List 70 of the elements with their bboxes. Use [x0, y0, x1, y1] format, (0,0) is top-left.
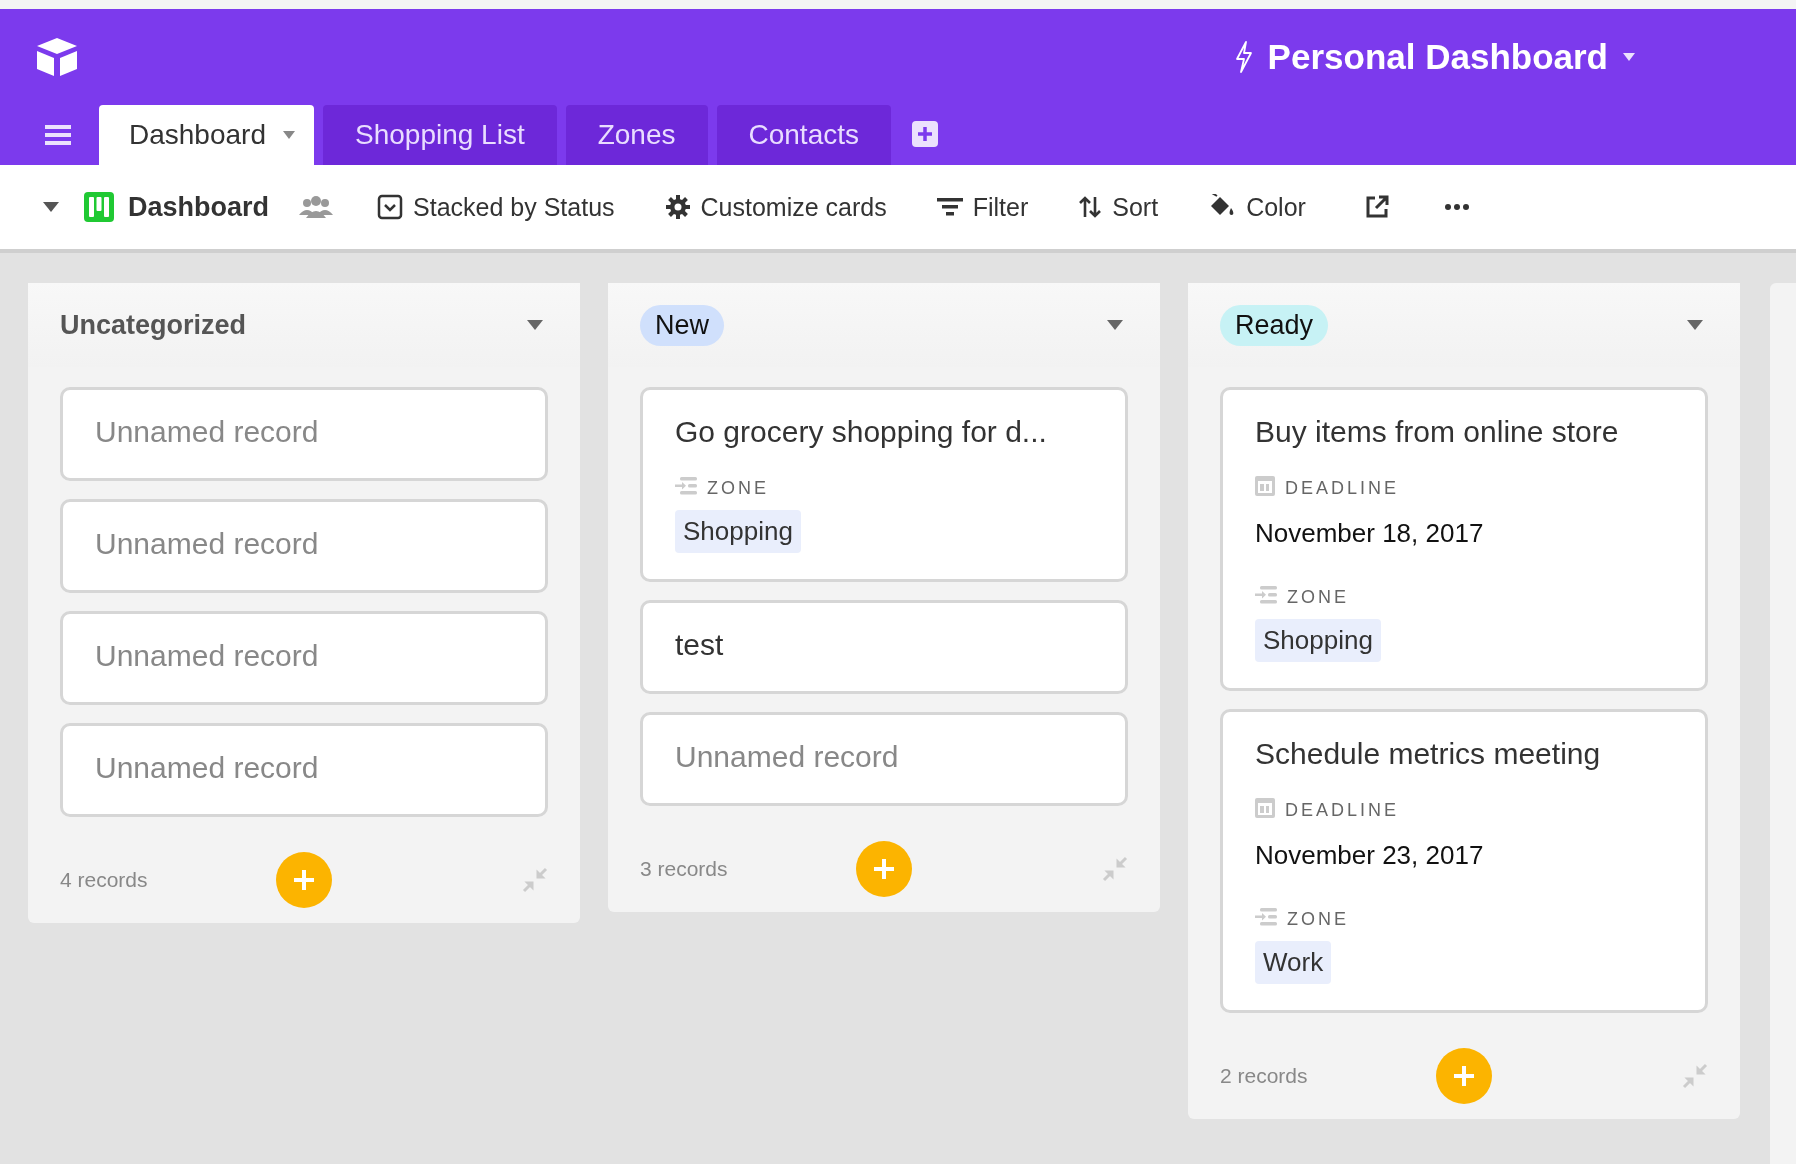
record-count: 4 records: [60, 868, 148, 892]
kanban-icon: [84, 192, 114, 222]
list-lines-icon: [1255, 907, 1277, 927]
sort-arrows-icon: [1078, 195, 1103, 219]
checkbox-caret-icon: [377, 194, 404, 220]
zone-tag: Shopping: [1255, 619, 1381, 662]
card-title: Schedule metrics meeting: [1255, 736, 1602, 772]
record-count: 2 records: [1220, 1064, 1308, 1088]
status-tag: Ready: [1220, 304, 1329, 346]
view-tab[interactable]: Zones: [565, 105, 708, 165]
zone-tag: Work: [1255, 941, 1332, 984]
card-title: Buy items from online store: [1255, 414, 1620, 450]
record-card[interactable]: test: [640, 600, 1128, 694]
caret-icon[interactable]: [526, 319, 544, 331]
card-title: test: [675, 627, 725, 663]
card-title: Unnamed record: [95, 638, 320, 674]
date-value: November 18, 2017: [1255, 518, 1485, 549]
record-card[interactable]: Go grocery shopping for d... ZONE Shopping: [640, 387, 1128, 582]
stack-button[interactable]: Stacked by Status: [377, 188, 615, 226]
record-card[interactable]: Unnamed record: [60, 387, 548, 481]
record-card[interactable]: Unnamed record: [60, 611, 548, 705]
caret-icon[interactable]: [1106, 319, 1124, 331]
caret-icon[interactable]: [1622, 52, 1636, 62]
field-label: ZONE: [707, 477, 769, 499]
view-name[interactable]: Dashboard: [128, 191, 270, 223]
view-tab[interactable]: Contacts: [716, 105, 891, 165]
list-lines-icon: [675, 476, 697, 496]
view-tab[interactable]: Dashboard: [99, 105, 314, 165]
filter-button[interactable]: Filter: [936, 188, 1029, 226]
base-title[interactable]: Personal Dashboard: [1267, 37, 1608, 77]
field-label: ZONE: [1287, 586, 1349, 608]
record-card[interactable]: Unnamed record: [60, 499, 548, 593]
card-title: Go grocery shopping for d...: [675, 414, 1048, 450]
bolt-icon: [1233, 40, 1254, 74]
field-label: ZONE: [1287, 908, 1349, 930]
record-card[interactable]: Schedule metrics meeting DEADLINE November 23, 2017 ZONE Work: [1220, 709, 1708, 1013]
field-label: DEADLINE: [1285, 799, 1400, 821]
calendar-icon: [1255, 476, 1275, 496]
customize-button[interactable]: Customize cards: [664, 188, 887, 226]
filter-icon: [936, 196, 963, 218]
date-value: November 23, 2017: [1255, 840, 1485, 871]
record-card[interactable]: Unnamed record: [640, 712, 1128, 806]
status-tag: New: [640, 304, 724, 346]
add-tab-icon[interactable]: [912, 121, 938, 147]
plus-icon: [1453, 1065, 1475, 1087]
plus-icon: [293, 869, 315, 891]
caret-icon[interactable]: [1686, 319, 1704, 331]
color-button[interactable]: Color: [1208, 188, 1306, 226]
record-count: 3 records: [640, 857, 728, 881]
field-label: DEADLINE: [1285, 477, 1400, 499]
calendar-icon: [1255, 798, 1275, 818]
more-icon[interactable]: [1443, 203, 1470, 211]
zone-tag: Shopping: [675, 510, 801, 553]
card-title: Unnamed record: [95, 414, 320, 450]
people-icon: [299, 195, 334, 219]
record-card[interactable]: Buy items from online store DEADLINE November 18, 2017 ZONE Shopping: [1220, 387, 1708, 691]
list-lines-icon: [1255, 585, 1277, 605]
card-title: Unnamed record: [95, 526, 320, 562]
record-card[interactable]: Unnamed record: [60, 723, 548, 817]
menu-icon[interactable]: [45, 124, 71, 146]
column-title: Uncategorized: [60, 309, 247, 341]
plus-icon: [873, 858, 895, 880]
sort-button[interactable]: Sort: [1078, 188, 1159, 226]
box-logo-icon[interactable]: [34, 36, 80, 78]
caret-icon[interactable]: [42, 201, 60, 213]
card-title: Unnamed record: [675, 739, 900, 775]
caret-icon[interactable]: [282, 130, 296, 140]
gear-icon: [664, 194, 691, 220]
card-title: Unnamed record: [95, 750, 320, 786]
view-tab[interactable]: Shopping List: [323, 105, 557, 165]
